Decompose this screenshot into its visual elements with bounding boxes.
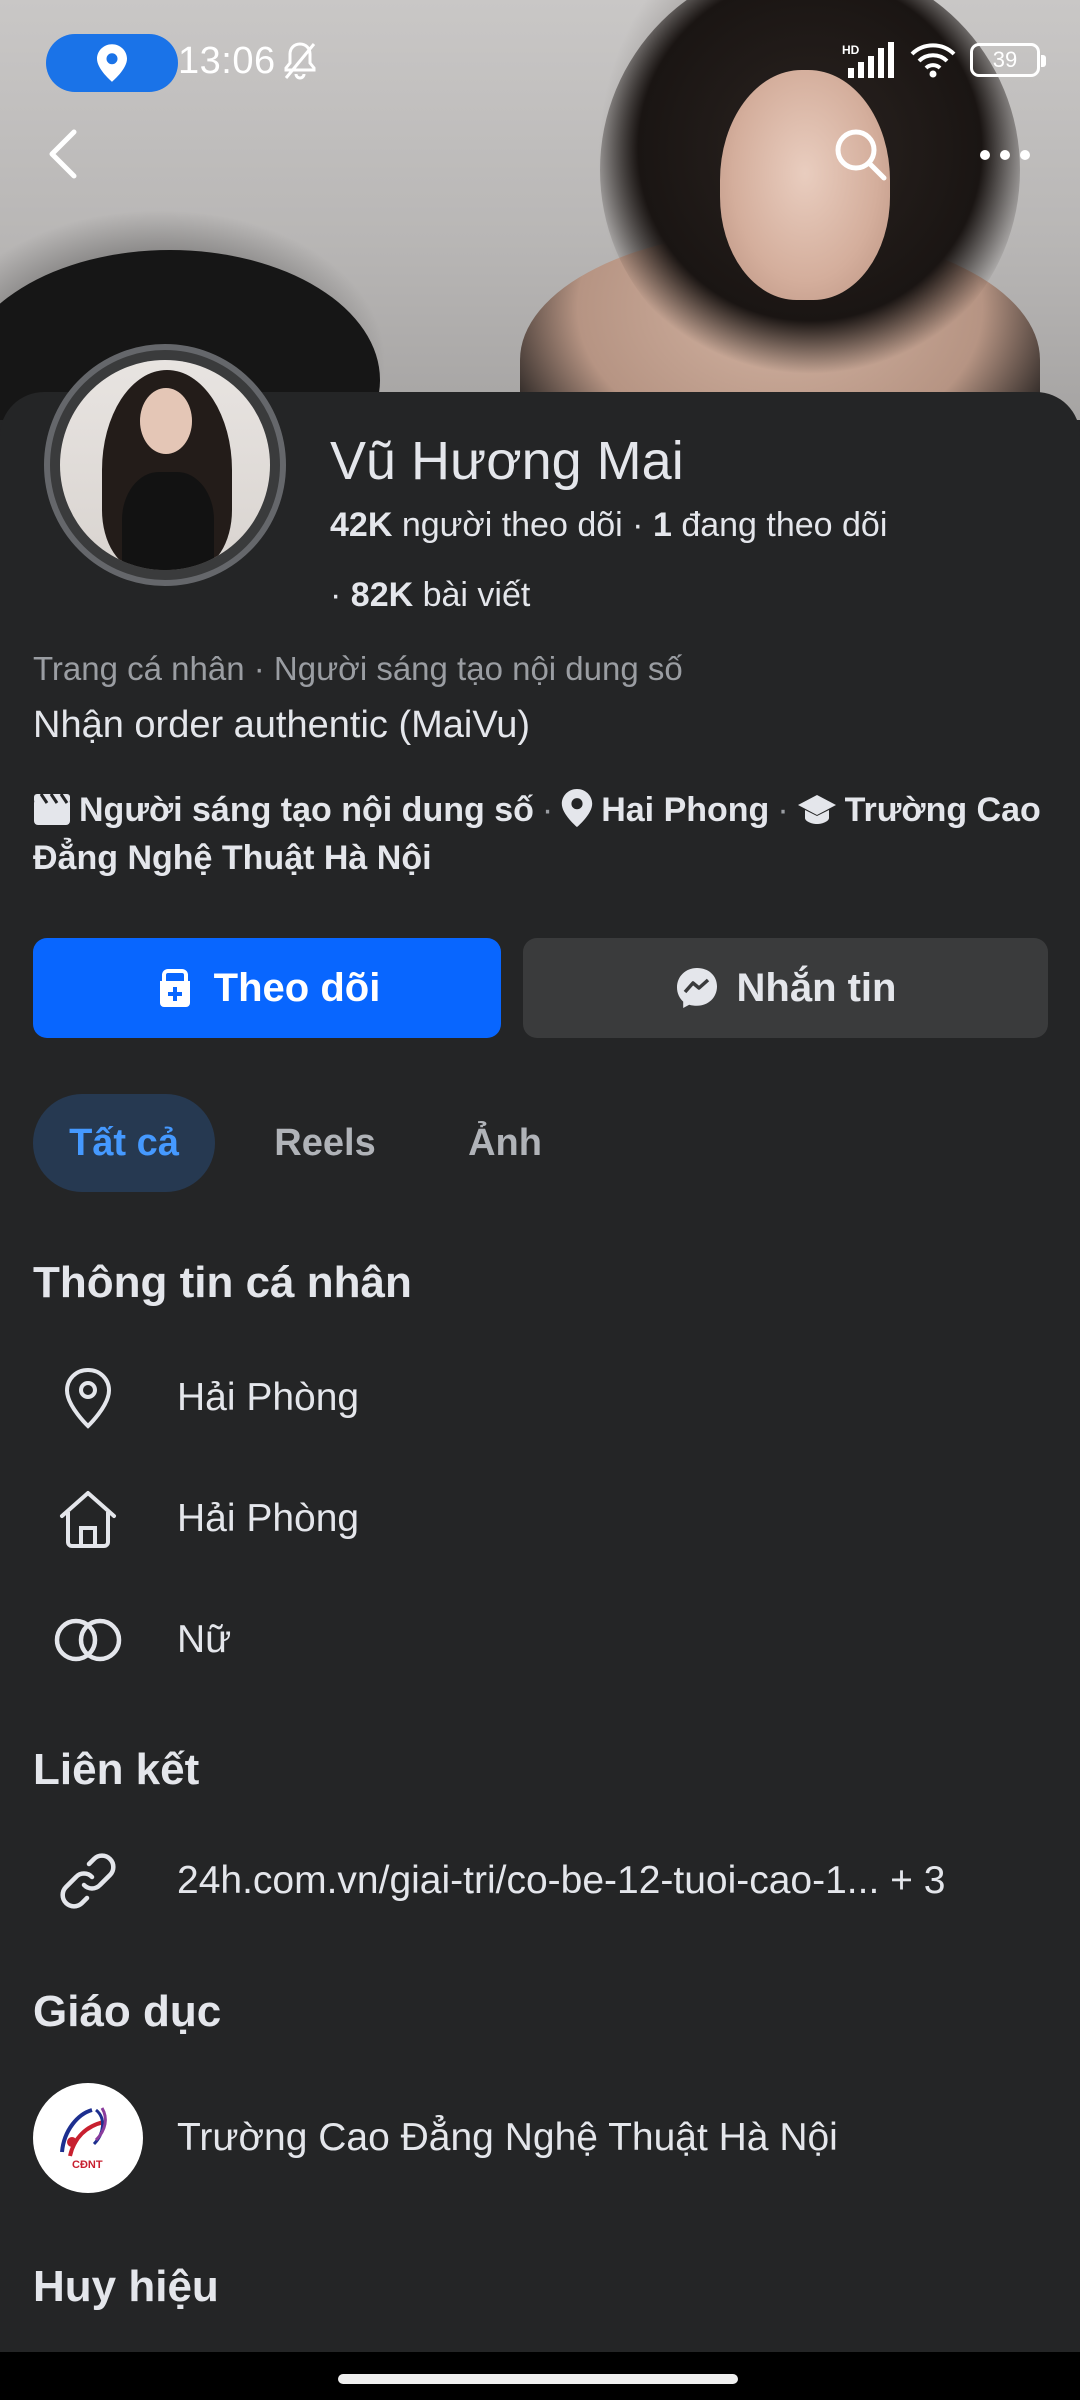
detail-creator: Người sáng tạo nội dung số (79, 791, 534, 829)
search-icon[interactable] (830, 124, 890, 184)
wifi-icon (910, 43, 956, 78)
messenger-icon (676, 968, 717, 1008)
message-button-label: Nhắn tin (736, 965, 897, 1010)
row-icon-box (33, 1595, 143, 1685)
profile-bio: Nhận order authentic (MaiVu) (33, 704, 531, 746)
school-logo-mark: CĐNT (60, 2107, 107, 2171)
gender-icon (54, 1618, 122, 1662)
avatar-face (140, 388, 192, 454)
following-label: đang theo dõi (681, 506, 888, 544)
section-title-links: Liên kết (33, 1745, 200, 1794)
battery-indicator: 39 (970, 43, 1046, 77)
info-row-gender: Nữ (33, 1595, 1043, 1685)
info-gender: Nữ (177, 1618, 232, 1661)
info-hometown: Hải Phòng (177, 1497, 360, 1540)
education-row[interactable]: CĐNT Trường Cao Đẳng Nghệ Thuật Hà Nội (33, 2083, 1043, 2193)
location-pin-icon (562, 789, 593, 827)
clapperboard-icon (34, 793, 70, 825)
page-category: Trang cá nhân · Người sáng tạo nội dung … (33, 650, 683, 687)
back-arrow-icon[interactable] (44, 124, 84, 184)
row-icon-box (33, 1836, 143, 1926)
link-row[interactable]: 24h.com.vn/giai-tri/co-be-12-tuoi-cao-1.… (33, 1836, 1043, 1926)
follow-icon (159, 969, 190, 1007)
row-icon-box (33, 1474, 143, 1564)
school-logo: CĐNT (33, 2083, 143, 2193)
location-indicator (46, 34, 178, 92)
separator-dot: · (541, 791, 554, 829)
status-bar: 13:06 HD 39 (0, 0, 1080, 125)
separator-dot: · (632, 506, 653, 544)
followers-label: người theo dõi (401, 506, 623, 544)
avatar-dress (122, 472, 214, 570)
section-title-personal-info: Thông tin cá nhân (33, 1258, 412, 1307)
link-icon (60, 1853, 116, 1909)
info-row-hometown: Hải Phòng (33, 1474, 1043, 1564)
section-title-badges: Huy hiệu (33, 2262, 219, 2311)
separator-dot: · (330, 576, 351, 614)
more-options-icon[interactable] (975, 138, 1035, 172)
profile-avatar[interactable] (44, 344, 286, 586)
info-current-city: Hải Phòng (177, 1376, 360, 1419)
followers-count: 42K (330, 506, 393, 544)
follow-button-label: Theo dõi (213, 965, 381, 1010)
link-text[interactable]: 24h.com.vn/giai-tri/co-be-12-tuoi-cao-1.… (177, 1859, 945, 1903)
svg-text:CĐNT: CĐNT (72, 2159, 103, 2171)
message-button[interactable]: Nhắn tin (523, 938, 1048, 1038)
education-school-name: Trường Cao Đẳng Nghệ Thuật Hà Nội (177, 2116, 838, 2159)
home-icon (60, 1491, 116, 1548)
follow-stats[interactable]: 42K người theo dõi · 1 đang theo dõi (330, 506, 887, 545)
posts-count: 82K (350, 576, 414, 614)
tab-photos[interactable]: Ảnh (430, 1094, 580, 1192)
home-gesture-bar[interactable] (338, 2374, 738, 2384)
avatar-image (60, 360, 270, 570)
status-time: 13:06 (178, 40, 276, 82)
posts-stats: · 82K bài viết (330, 576, 530, 615)
info-row-current-city: Hải Phòng (33, 1353, 1043, 1443)
separator-dot: · (777, 791, 789, 829)
following-count: 1 (652, 506, 672, 544)
signal-icon: HD (842, 42, 894, 78)
tab-reels[interactable]: Reels (245, 1094, 405, 1192)
location-pin-icon (64, 1367, 112, 1429)
profile-name: Vũ Hương Mai (330, 431, 684, 491)
tab-all[interactable]: Tất cả (33, 1094, 215, 1192)
row-icon-box (33, 1353, 143, 1443)
bell-off-icon (284, 42, 316, 80)
follow-button[interactable]: Theo dõi (33, 938, 501, 1038)
profile-details: Người sáng tạo nội dung số · Hai Phong · T… (33, 786, 1043, 882)
posts-label: bài viết (422, 576, 531, 614)
section-title-education: Giáo dục (33, 1987, 222, 2036)
detail-location: Hai Phong (601, 791, 770, 829)
svg-text:HD: HD (842, 43, 860, 57)
graduation-cap-icon (797, 795, 836, 824)
location-icon (97, 44, 127, 82)
